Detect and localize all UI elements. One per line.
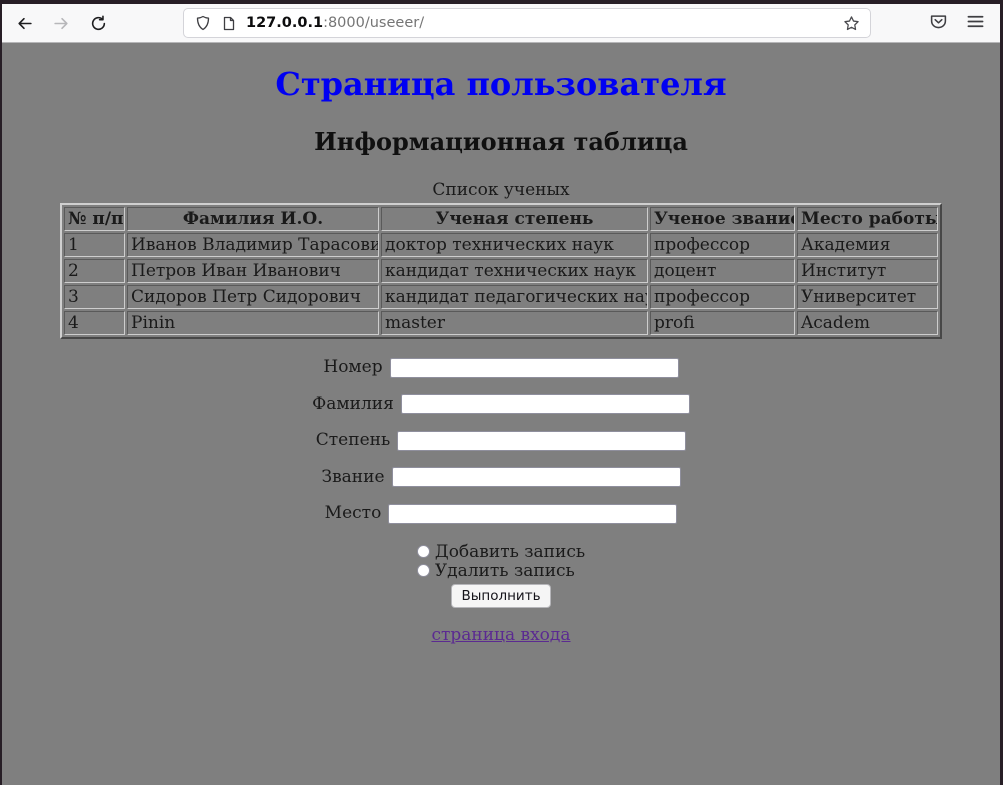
table-cell: профессор — [650, 285, 795, 309]
url-text[interactable]: 127.0.0.1:8000/useeer/ — [246, 15, 838, 31]
table-cell: 2 — [64, 259, 125, 283]
url-bar[interactable]: 127.0.0.1:8000/useeer/ — [183, 8, 871, 38]
table-row: 3Сидоров Петр Сидоровичкандидат педагоги… — [64, 285, 938, 309]
add-record-option: Добавить запись — [417, 543, 585, 562]
pocket-icon[interactable] — [929, 12, 948, 35]
form-row: Номер — [2, 357, 1000, 378]
scientists-table: № п/пФамилия И.О.Ученая степеньУченое зв… — [60, 203, 942, 339]
reload-icon — [90, 15, 107, 32]
menu-hamburger-icon[interactable] — [966, 12, 985, 35]
delete-record-label: Удалить запись — [435, 561, 575, 581]
toolbar-right-icons — [929, 12, 985, 35]
table-cell: Иванов Владимир Тарасович — [127, 233, 379, 257]
action-radio-group: Добавить записьУдалить запись — [417, 543, 585, 581]
table-header-row: № п/пФамилия И.О.Ученая степеньУченое зв… — [64, 207, 938, 231]
url-host: 127.0.0.1 — [246, 15, 323, 31]
table-cell: профессор — [650, 233, 795, 257]
table-cell: Институт — [797, 259, 938, 283]
login-page-link[interactable]: страница входа — [431, 625, 570, 645]
shield-icon[interactable] — [190, 11, 216, 35]
forward-icon — [53, 15, 70, 32]
scientists-table-wrap: Список ученых № п/пФамилия И.О.Ученая ст… — [2, 180, 1000, 339]
place-label: Место — [325, 503, 382, 523]
record-form: Номер Фамилия Степень Звание Место Добавить … — [2, 357, 1000, 608]
number-label: Номер — [323, 357, 382, 377]
form-fields: Номер Фамилия Степень Звание Место — [2, 357, 1000, 524]
table-cell: Академия — [797, 233, 938, 257]
table-cell: доктор технических наук — [381, 233, 648, 257]
table-header-cell: Фамилия И.О. — [127, 207, 379, 231]
table-row: 2Петров Иван Ивановичкандидат технически… — [64, 259, 938, 283]
back-icon — [16, 15, 33, 32]
table-header-cell: Ученое звание — [650, 207, 795, 231]
browser-window: 127.0.0.1:8000/useeer/ Страница пользова… — [0, 0, 1003, 785]
bookmark-star-icon[interactable] — [838, 11, 864, 35]
table-body: 1Иванов Владимир Тарасовичдоктор техниче… — [64, 233, 938, 335]
place-input[interactable] — [388, 504, 677, 524]
browser-toolbar: 127.0.0.1:8000/useeer/ — [2, 4, 1000, 43]
degree-label: Степень — [316, 430, 390, 450]
table-cell: кандидат технических наук — [381, 259, 648, 283]
degree-input[interactable] — [397, 431, 686, 451]
back-button[interactable] — [9, 8, 39, 38]
table-cell: доцент — [650, 259, 795, 283]
table-row: 1Иванов Владимир Тарасовичдоктор техниче… — [64, 233, 938, 257]
delete-record-radio[interactable] — [417, 564, 430, 577]
table-cell: 1 — [64, 233, 125, 257]
add-record-label: Добавить запись — [435, 542, 585, 562]
form-row: Степень — [2, 430, 1000, 451]
table-cell: Петров Иван Иванович — [127, 259, 379, 283]
table-cell: Academ — [797, 311, 938, 335]
table-cell: profi — [650, 311, 795, 335]
page-content: Страница пользователя Информационная таб… — [2, 43, 1000, 785]
form-row: Звание — [2, 467, 1000, 488]
page-title: Страница пользователя — [2, 65, 1000, 103]
surname-input[interactable] — [401, 394, 690, 414]
table-cell: Pinin — [127, 311, 379, 335]
table-row: 4PininmasterprofiAcadem — [64, 311, 938, 335]
delete-record-option: Удалить запись — [417, 562, 585, 581]
table-cell: 4 — [64, 311, 125, 335]
page-info-icon[interactable] — [216, 11, 242, 35]
table-cell: 3 — [64, 285, 125, 309]
number-input[interactable] — [390, 358, 679, 378]
table-cell: Университет — [797, 285, 938, 309]
surname-label: Фамилия — [312, 394, 394, 414]
forward-button[interactable] — [46, 8, 76, 38]
page-subtitle: Информационная таблица — [2, 127, 1000, 156]
table-header-cell: № п/п — [64, 207, 125, 231]
execute-button[interactable]: Выполнить — [451, 584, 550, 608]
table-cell: master — [381, 311, 648, 335]
form-row: Место — [2, 503, 1000, 524]
table-cell: кандидат педагогических наук — [381, 285, 648, 309]
table-header-cell: Место работы — [797, 207, 938, 231]
add-record-radio[interactable] — [417, 545, 430, 558]
table-cell: Сидоров Петр Сидорович — [127, 285, 379, 309]
table-header-cell: Ученая степень — [381, 207, 648, 231]
reload-button[interactable] — [83, 8, 113, 38]
table-caption: Список ученых — [2, 180, 1000, 200]
url-path: :8000/useeer/ — [323, 15, 424, 31]
title-label: Звание — [321, 467, 384, 487]
title-input[interactable] — [392, 467, 681, 487]
form-row: Фамилия — [2, 394, 1000, 415]
login-link-wrap: страница входа — [2, 625, 1000, 645]
